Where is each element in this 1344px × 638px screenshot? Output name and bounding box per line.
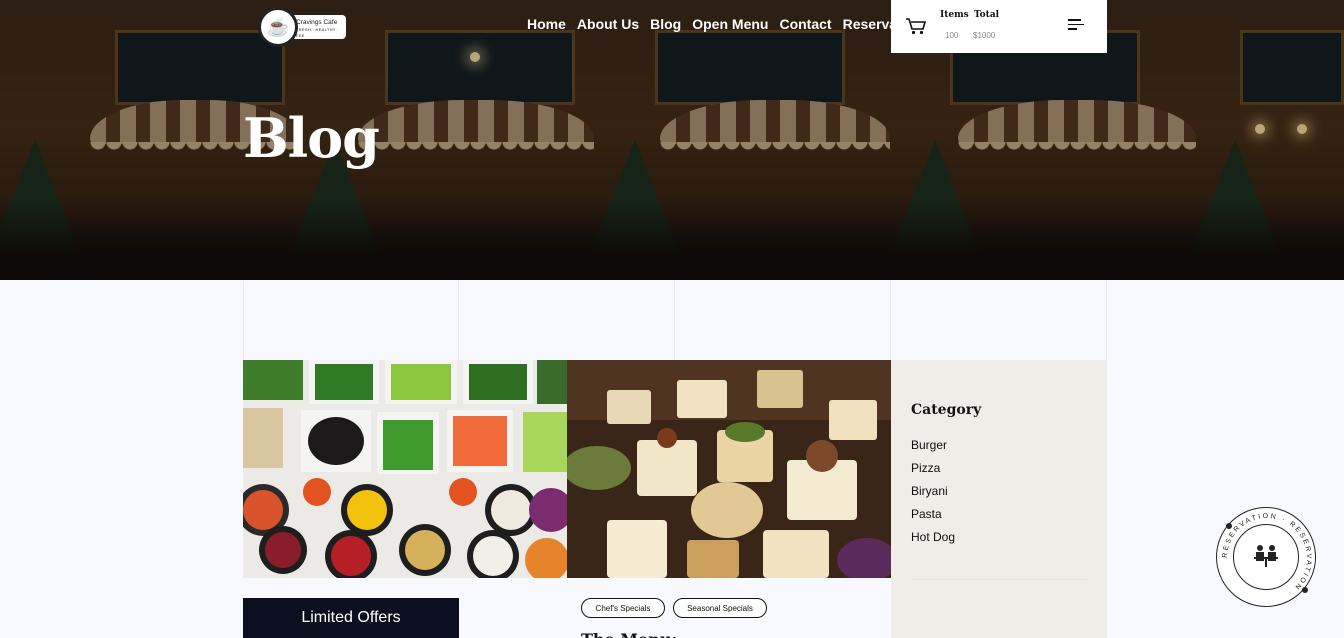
category-heading: Category	[911, 402, 982, 418]
nav-blog[interactable]: Blog	[650, 16, 681, 32]
nav-about-us[interactable]: About Us	[577, 16, 639, 32]
cart-summary: Items Total 100 $1000	[891, 0, 1107, 53]
cart-items-value: 100	[945, 31, 959, 40]
category-hot-dog[interactable]: Hot Dog	[911, 530, 955, 544]
category-pasta[interactable]: Pasta	[911, 507, 955, 521]
nav-contact[interactable]: Contact	[779, 16, 831, 32]
category-pizza[interactable]: Pizza	[911, 461, 955, 475]
cart-icon[interactable]	[905, 16, 927, 36]
main-nav: Home About Us Blog Open Menu Contact Res…	[527, 16, 923, 32]
sidebar-categories: Category Burger Pizza Biryani Pasta Hot …	[891, 360, 1107, 638]
logo-tagline: FRESH · HEALTHY · FEE	[296, 27, 339, 38]
blog-image-salad-bar[interactable]	[243, 360, 567, 578]
category-list: Burger Pizza Biryani Pasta Hot Dog	[911, 438, 955, 553]
logo[interactable]: Cravings Cafe FRESH · HEALTHY · FEE ☕	[258, 7, 348, 47]
limited-offers-button[interactable]: Limited Offers	[243, 598, 459, 638]
category-burger[interactable]: Burger	[911, 438, 955, 452]
desserts-illustration	[567, 360, 891, 578]
nav-open-menu[interactable]: Open Menu	[692, 16, 768, 32]
divider	[911, 579, 1087, 580]
coffee-cup-icon: ☕	[258, 7, 298, 47]
tag-chefs-specials[interactable]: Chef's Specials	[581, 598, 665, 618]
hamburger-menu-icon[interactable]	[1068, 19, 1084, 31]
hero-banner	[0, 0, 1344, 280]
cart-items-label: Items	[940, 10, 969, 20]
blog-image-desserts[interactable]	[567, 360, 891, 578]
tag-seasonal-specials[interactable]: Seasonal Specials	[673, 598, 767, 618]
page-title: Blog	[243, 106, 380, 170]
dining-table-icon	[1254, 545, 1278, 567]
cart-total-value: $1000	[973, 31, 996, 40]
salad-bar-illustration	[243, 360, 567, 578]
category-biryani[interactable]: Biryani	[911, 484, 955, 498]
reservation-badge[interactable]: RESERVATION · RESERVATION ·	[1216, 507, 1316, 607]
cart-total-label: Total	[974, 10, 1000, 20]
post-title[interactable]: The Menu: ...	[581, 630, 700, 638]
logo-name: Cravings Cafe	[296, 19, 338, 26]
nav-home[interactable]: Home	[527, 16, 566, 32]
